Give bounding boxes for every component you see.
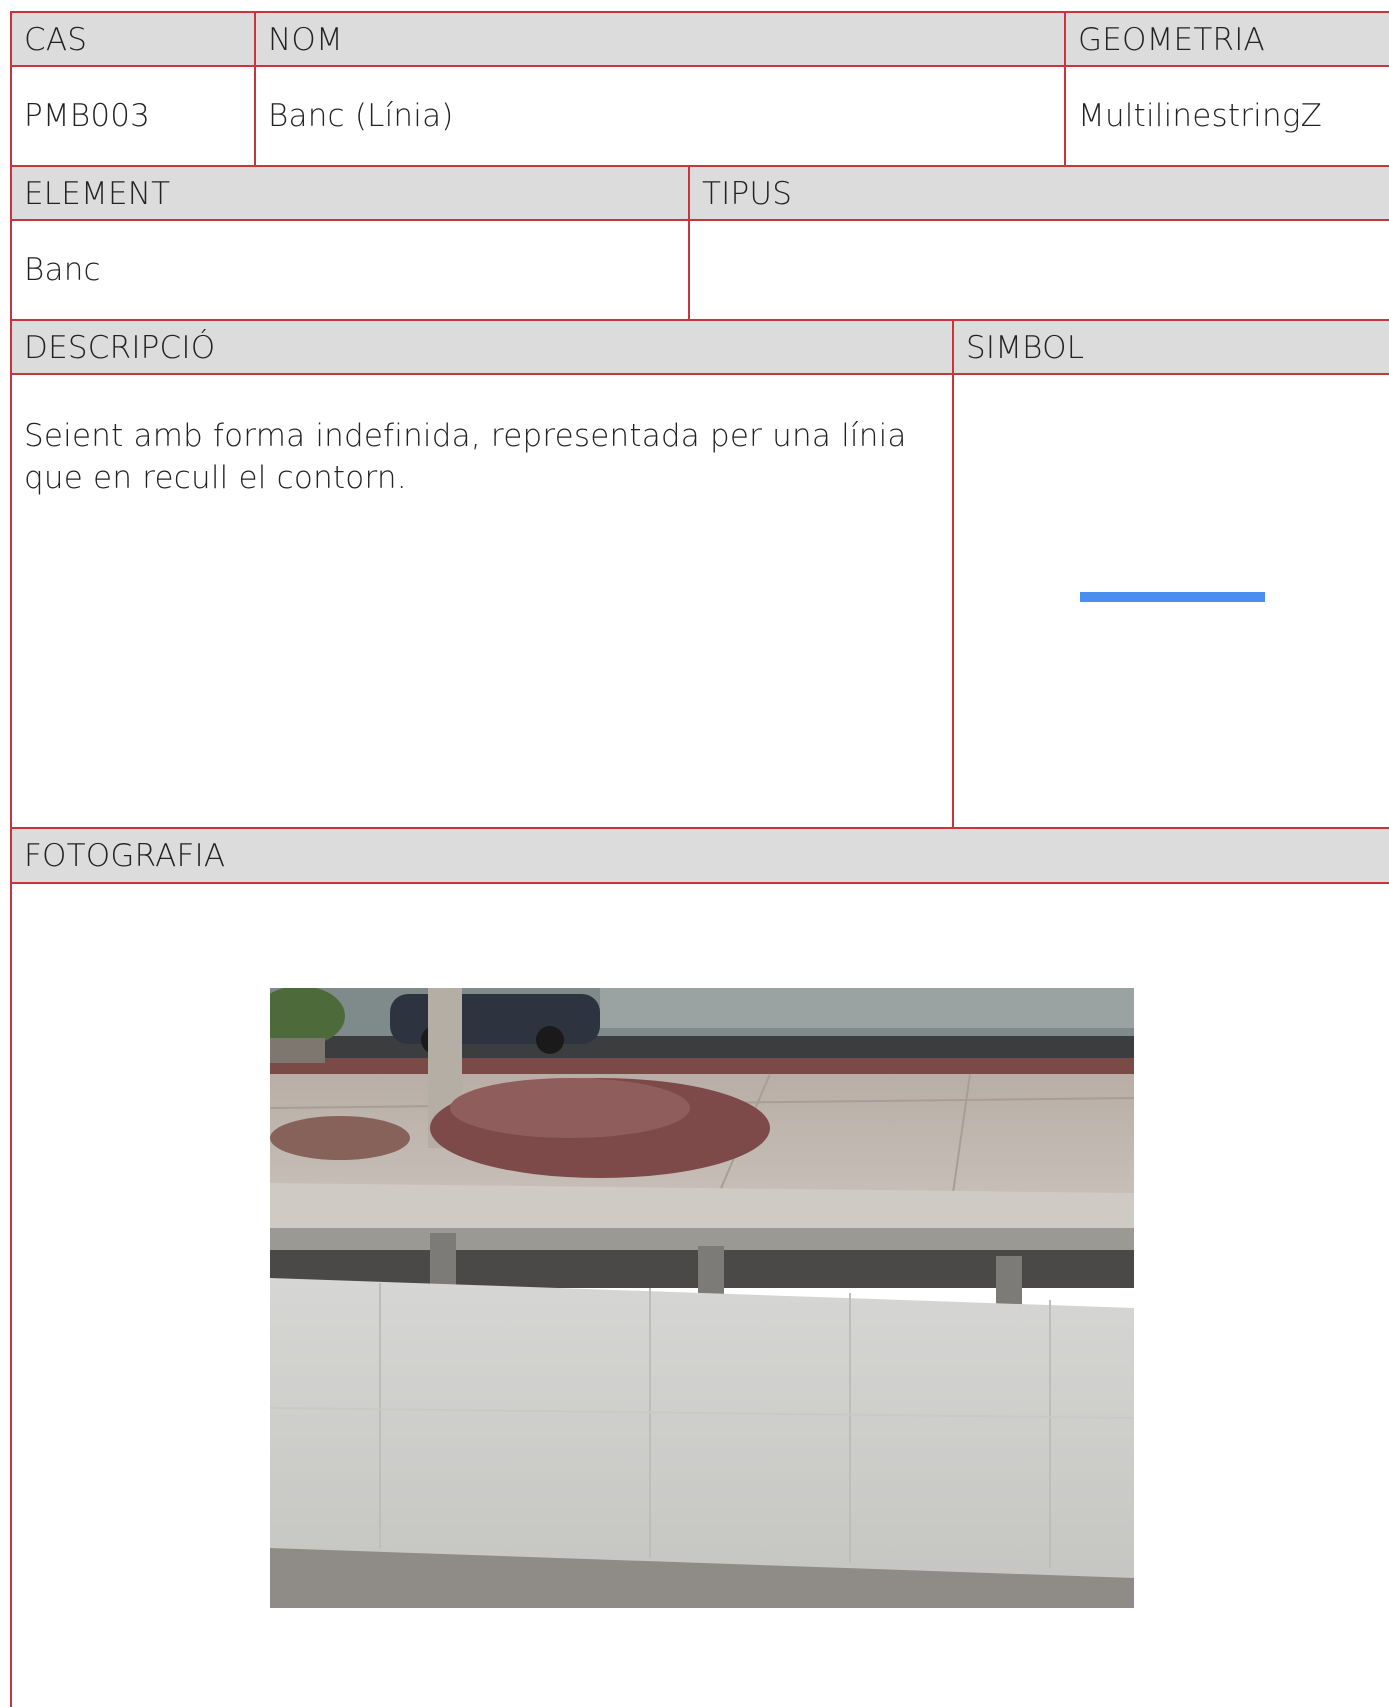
value-row-2: Banc [12,219,1389,319]
header-row-4: FOTOGRAFIA [12,827,1389,884]
geometria-value: MultilinestringZ [1066,65,1389,165]
descripcio-header: DESCRIPCIÓ [12,319,954,374]
geometria-header: GEOMETRIA [1066,11,1389,66]
bench-photo [270,988,1134,1608]
cas-header: CAS [12,11,256,66]
header-row-1: CAS NOM GEOMETRIA [12,11,1389,66]
element-value: Banc [12,219,690,319]
header-row-3: DESCRIPCIÓ SIMBOL [12,319,1389,374]
nom-header: NOM [256,11,1066,66]
fotografia-header: FOTOGRAFIA [12,827,1389,884]
header-row-2: ELEMENT TIPUS [12,165,1389,220]
nom-value: Banc (Línia) [256,65,1066,165]
descripcio-text: Seient amb forma indefinida, representad… [24,418,907,496]
line-symbol-icon [1080,592,1265,602]
descripcio-cell: Seient amb forma indefinida, representad… [12,373,954,839]
tipus-header: TIPUS [690,165,1389,220]
element-header: ELEMENT [12,165,690,220]
value-row-1: PMB003 Banc (Línia) MultilinestringZ [12,65,1389,165]
simbol-header: SIMBOL [954,319,1389,374]
description-row: Seient amb forma indefinida, representad… [12,373,1389,839]
cas-value: PMB003 [12,65,256,165]
simbol-cell [954,373,1389,839]
tipus-value [690,219,1389,319]
